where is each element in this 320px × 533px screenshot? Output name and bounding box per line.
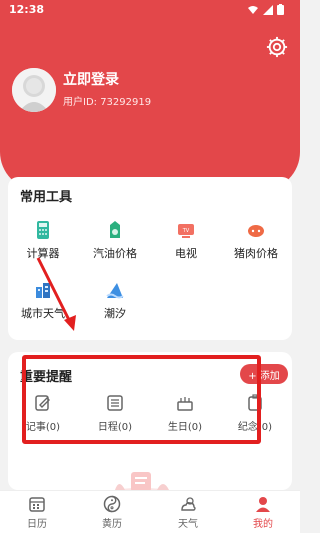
status-icons bbox=[247, 4, 284, 15]
svg-text:TV: TV bbox=[182, 228, 190, 234]
avatar[interactable] bbox=[12, 68, 56, 112]
annotation-arrow-icon bbox=[36, 257, 76, 331]
status-bar: 12:38 bbox=[0, 0, 300, 20]
tool-tide[interactable]: 潮汐 bbox=[82, 280, 148, 321]
user-id-label: 用户ID: 73292919 bbox=[63, 97, 152, 108]
status-time: 12:38 bbox=[9, 3, 45, 16]
nav-item-profile[interactable]: 我的 bbox=[233, 495, 293, 530]
login-link[interactable]: 立即登录 bbox=[63, 69, 119, 89]
almanac-icon bbox=[103, 495, 121, 513]
signal-icon bbox=[263, 4, 273, 15]
nav-label: 我的 bbox=[253, 519, 273, 530]
tool-fuel-price[interactable]: 汽油价格 bbox=[82, 220, 148, 261]
tide-icon bbox=[106, 283, 124, 299]
battery-icon bbox=[277, 4, 284, 15]
tools-section-title: 常用工具 bbox=[20, 190, 73, 205]
nav-item-weather[interactable]: 天气 bbox=[158, 495, 218, 530]
nav-item-calendar[interactable]: 日历 bbox=[7, 495, 67, 530]
fuel-icon bbox=[110, 221, 120, 238]
weather-icon bbox=[181, 497, 196, 511]
tool-tv[interactable]: TV 电视 bbox=[153, 220, 219, 261]
default-avatar-icon bbox=[12, 68, 56, 112]
profile-icon bbox=[256, 497, 270, 512]
nav-label: 黄历 bbox=[102, 519, 122, 530]
settings-gear-icon[interactable] bbox=[266, 36, 288, 58]
nav-label: 天气 bbox=[178, 519, 198, 530]
bottom-nav: 日历 黄历 天气 我的 bbox=[0, 490, 300, 533]
tool-label: 潮汐 bbox=[104, 307, 126, 320]
tool-label: 电视 bbox=[175, 247, 197, 260]
nav-label: 日历 bbox=[27, 519, 47, 530]
wifi-icon bbox=[248, 5, 258, 14]
pork-icon bbox=[248, 225, 264, 237]
annotation-highlight-box bbox=[22, 355, 261, 444]
tool-label: 汽油价格 bbox=[93, 247, 137, 260]
tool-label: 猪肉价格 bbox=[234, 247, 278, 260]
nav-item-almanac[interactable]: 黄历 bbox=[82, 495, 142, 530]
calculator-icon bbox=[37, 221, 49, 239]
tv-icon: TV bbox=[178, 224, 194, 238]
tool-pork-price[interactable]: 猪肉价格 bbox=[223, 220, 289, 261]
calendar-icon bbox=[29, 497, 45, 512]
